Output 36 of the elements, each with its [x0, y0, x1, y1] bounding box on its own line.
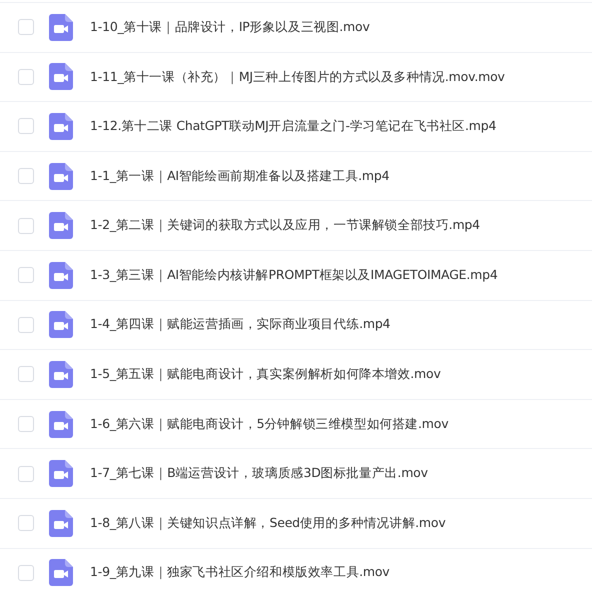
file-name[interactable]: 1-2_第二课｜关键词的获取方式以及应用，一节课解锁全部技巧.mp4 [90, 216, 480, 236]
video-file-icon [49, 212, 73, 240]
checkbox[interactable] [18, 564, 34, 581]
checkbox[interactable] [18, 118, 34, 134]
checkbox[interactable] [18, 416, 34, 432]
video-file-icon [49, 112, 73, 140]
checkbox[interactable] [18, 515, 34, 532]
file-name[interactable]: 1-10_第十课｜品牌设计，IP形象以及三视图.mov [90, 18, 370, 37]
checkbox[interactable] [18, 466, 34, 482]
file-name[interactable]: 1-6_第六课｜赋能电商设计，5分钟解锁三维模型如何搭建.mov [90, 414, 448, 434]
checkbox[interactable] [18, 316, 34, 333]
video-file-icon [49, 559, 73, 586]
file-name[interactable]: 1-4_第四课｜赋能运营插画，实际商业项目代练.mp4 [90, 315, 390, 334]
video-file-icon [49, 510, 73, 537]
file-name[interactable]: 1-9_第九课｜独家飞书社区介绍和模版效率工具.mov [90, 563, 390, 582]
video-file-icon [49, 262, 73, 289]
file-name[interactable]: 1-3_第三课｜AI智能绘内核讲解PROMPT框架以及IMAGETOIMAGE.mp4 [90, 266, 498, 285]
checkbox[interactable] [18, 218, 34, 234]
checkbox[interactable] [18, 19, 34, 36]
video-file-icon [49, 63, 73, 90]
file-name[interactable]: 1-8_第八课｜关键知识点详解，Seed使用的多种情况讲解.mov [90, 514, 446, 533]
video-file-icon [49, 410, 73, 438]
checkbox[interactable] [18, 267, 34, 284]
video-file-icon [49, 360, 73, 388]
checkbox[interactable] [18, 366, 34, 382]
file-name[interactable]: 1-11_第十一课（补充）｜MJ三种上传图片的方式以及多种情况.mov.mov [90, 68, 505, 86]
file-name[interactable]: 1-12.第十二课 ChatGPT联动MJ开启流量之门-学习笔记在飞书社区.mp4 [90, 117, 496, 136]
file-name[interactable]: 1-7_第七课｜B端运营设计，玻璃质感3D图标批量产出.mov [90, 464, 428, 484]
video-file-icon [49, 460, 73, 488]
checkbox[interactable] [18, 168, 34, 184]
file-name[interactable]: 1-1_第一课｜AI智能绘画前期准备以及搭建工具.mp4 [90, 166, 390, 186]
file-name[interactable]: 1-5_第五课｜赋能电商设计，真实案例解析如何降本增效.mov [90, 365, 441, 384]
video-file-icon [49, 14, 73, 41]
checkbox[interactable] [18, 68, 34, 85]
video-file-icon [49, 311, 73, 338]
video-file-icon [49, 162, 73, 190]
